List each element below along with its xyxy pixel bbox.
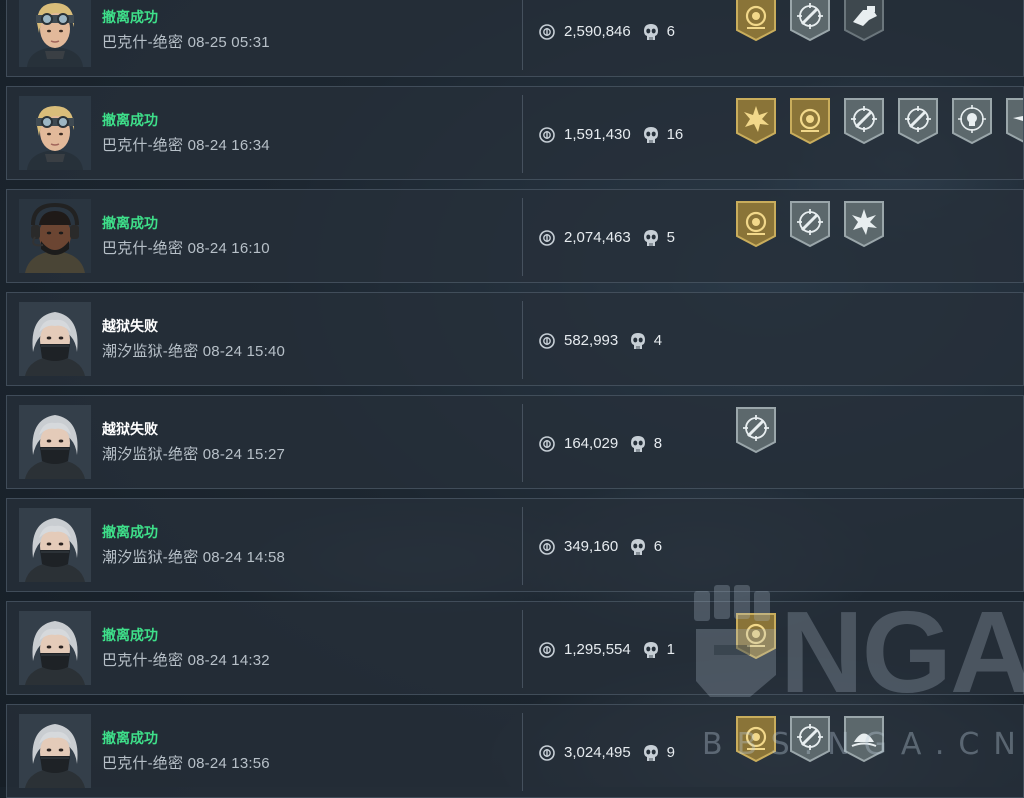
- blonde-goggles-portrait: [19, 0, 91, 67]
- divider: [522, 404, 523, 482]
- kill-count: 16: [666, 126, 684, 143]
- skull-icon: [643, 126, 659, 144]
- extraction-status: 撤离成功: [102, 627, 158, 643]
- kill-count: 6: [666, 23, 675, 40]
- divider: [522, 0, 523, 70]
- masked-woman-portrait: [19, 611, 91, 685]
- loot-value: 3,024,495: [564, 744, 631, 761]
- kill-count: 5: [666, 229, 675, 246]
- extraction-status: 撤离成功: [102, 112, 158, 128]
- loot-value: 1,591,430: [564, 126, 631, 143]
- skull-icon: [630, 332, 646, 350]
- silver-crosshair-badge[interactable]: [789, 0, 831, 42]
- blonde-goggles-portrait: [19, 96, 91, 170]
- divider: [522, 713, 523, 791]
- kill-count: 6: [653, 538, 663, 555]
- silver-crosshair-badge[interactable]: [843, 97, 885, 145]
- match-record-row[interactable]: 撤离成功巴克什-绝密 08-24 16:34 1,591,430 16: [6, 86, 1024, 180]
- silver-crosshair-badge[interactable]: [789, 200, 831, 248]
- masked-woman-portrait: [19, 508, 91, 582]
- map-and-time: 巴克什-绝密 08-24 13:56: [102, 755, 270, 772]
- kill-count: 4: [653, 332, 663, 349]
- kill-count: 8: [653, 435, 663, 452]
- loot-value: 164,029: [564, 435, 619, 452]
- loot-value: 349,160: [564, 538, 619, 555]
- map-and-time: 潮汐监狱-绝密 08-24 15:40: [102, 343, 286, 360]
- coin-icon: [539, 230, 555, 246]
- match-record-row[interactable]: 撤离成功潮汐监狱-绝密 08-24 14:58 349,160 6: [6, 498, 1024, 592]
- silver-crosshair-badge[interactable]: [897, 97, 939, 145]
- coin-icon: [539, 436, 555, 452]
- extraction-status: 撤离成功: [102, 524, 158, 540]
- gold-emblem-badge[interactable]: [789, 97, 831, 145]
- map-and-time: 巴克什-绝密 08-24 16:10: [102, 240, 270, 257]
- skull-icon: [630, 435, 646, 453]
- silver-crosshair-badge[interactable]: [735, 406, 777, 454]
- divider: [522, 198, 523, 276]
- map-and-time: 潮汐监狱-绝密 08-24 15:27: [102, 446, 286, 463]
- coin-icon: [539, 642, 555, 658]
- map-and-time: 巴克什-绝密 08-24 16:34: [102, 137, 270, 154]
- masked-woman-portrait: [19, 714, 91, 788]
- masked-woman-portrait: [19, 405, 91, 479]
- dark-hand-badge[interactable]: [843, 0, 885, 42]
- coin-icon: [539, 333, 555, 349]
- nga-watermark-url: BBS.NGA.CN: [702, 727, 1024, 762]
- kill-count: 9: [666, 744, 675, 761]
- loot-value: 1,295,554: [564, 641, 631, 658]
- divider: [522, 610, 523, 688]
- divider: [522, 507, 523, 585]
- loot-value: 2,074,463: [564, 229, 631, 246]
- skull-icon: [643, 744, 659, 762]
- skull-icon: [643, 229, 659, 247]
- divider: [522, 95, 523, 173]
- gold-emblem-badge[interactable]: [735, 0, 777, 42]
- coin-icon: [539, 24, 555, 40]
- gold-emblem-badge[interactable]: [735, 200, 777, 248]
- loot-value: 2,590,846: [564, 23, 631, 40]
- silver-skull-target-badge[interactable]: [951, 97, 993, 145]
- headset-soldier-portrait: [19, 199, 91, 273]
- divider: [522, 301, 523, 379]
- extraction-status: 撤离成功: [102, 9, 158, 25]
- map-and-time: 巴克什-绝密 08-24 14:32: [102, 652, 270, 669]
- skull-icon: [643, 23, 659, 41]
- paw-watermark-icon: [690, 585, 782, 697]
- match-record-row[interactable]: 越狱失败潮汐监狱-绝密 08-24 15:40 582,993 4: [6, 292, 1024, 386]
- skull-icon: [630, 538, 646, 556]
- coin-icon: [539, 539, 555, 555]
- match-record-row[interactable]: 越狱失败潮汐监狱-绝密 08-24 15:27 164,029 8: [6, 395, 1024, 489]
- extraction-status: 越狱失败: [102, 318, 158, 334]
- coin-icon: [539, 127, 555, 143]
- extraction-status: 撤离成功: [102, 215, 158, 231]
- skull-icon: [643, 641, 659, 659]
- map-and-time: 巴克什-绝密 08-25 05:31: [102, 34, 270, 51]
- kill-count: 1: [666, 641, 675, 658]
- loot-value: 582,993: [564, 332, 619, 349]
- extraction-status: 越狱失败: [102, 421, 158, 437]
- extraction-status: 撤离成功: [102, 730, 158, 746]
- nga-watermark-logo: NGA: [780, 587, 1024, 717]
- match-record-row[interactable]: 撤离成功巴克什-绝密 08-25 05:31 2,590,846 6: [6, 0, 1024, 77]
- silver-burst-badge[interactable]: [843, 200, 885, 248]
- coin-icon: [539, 745, 555, 761]
- silver-star-badge[interactable]: [1005, 97, 1023, 145]
- match-record-row[interactable]: 撤离成功巴克什-绝密 08-24 16:10 2,074,463 5: [6, 189, 1024, 283]
- map-and-time: 潮汐监狱-绝密 08-24 14:58: [102, 549, 286, 566]
- masked-woman-portrait: [19, 302, 91, 376]
- gold-burst-badge[interactable]: [735, 97, 777, 145]
